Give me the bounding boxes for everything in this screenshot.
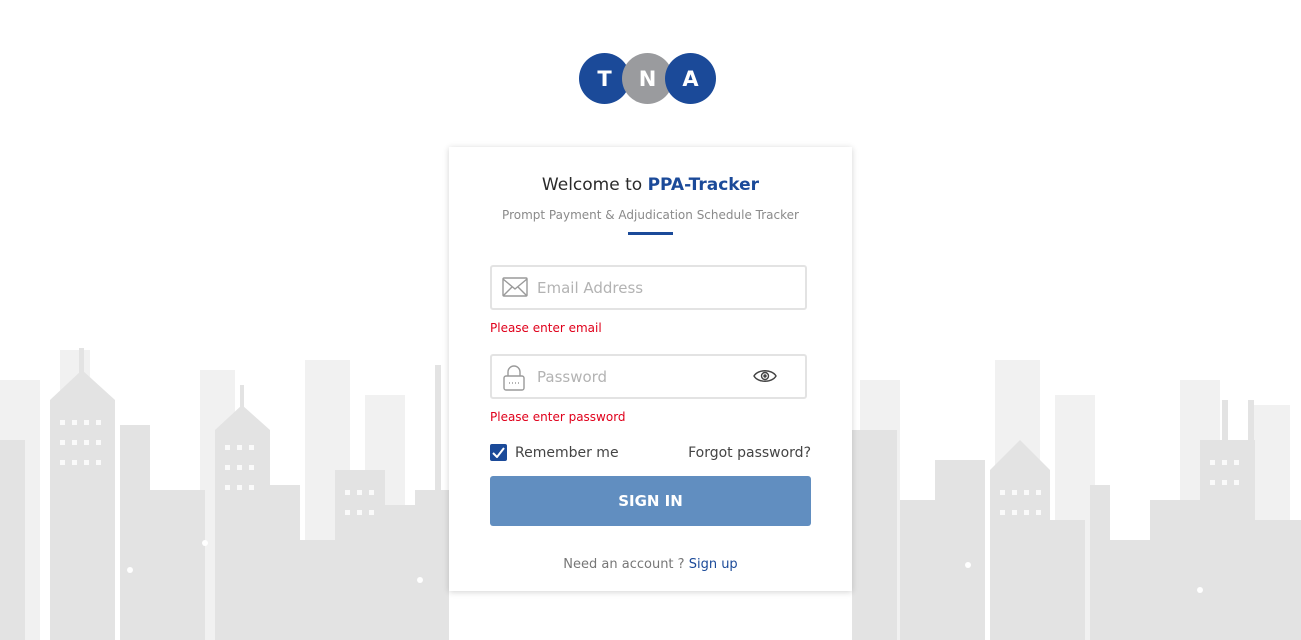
password-input[interactable] (537, 356, 742, 397)
email-field[interactable] (490, 265, 807, 310)
eye-icon[interactable] (753, 367, 777, 389)
welcome-title: Welcome to PPA-Tracker (449, 175, 852, 195)
login-card: Welcome to PPA-Tracker Prompt Payment & … (449, 147, 852, 591)
checkbox-checked-icon[interactable] (490, 444, 507, 461)
password-error: Please enter password (490, 410, 626, 424)
logo-letter-a: A (665, 53, 716, 104)
remember-me-label[interactable]: Remember me (515, 445, 619, 461)
sign-up-link[interactable]: Sign up (689, 557, 738, 572)
email-error: Please enter email (490, 321, 602, 335)
forgot-password-link[interactable]: Forgot password? (688, 445, 811, 461)
email-input[interactable] (537, 267, 797, 308)
title-underline (628, 232, 673, 235)
subtitle: Prompt Payment & Adjudication Schedule T… (502, 208, 799, 222)
password-field[interactable] (490, 354, 807, 399)
lock-icon (502, 365, 526, 395)
welcome-prefix: Welcome to (541, 175, 648, 195)
need-account-text: Need an account ? (563, 557, 689, 572)
signup-prompt: Need an account ? Sign up (449, 557, 852, 572)
remember-me-checkbox[interactable]: Remember me (490, 444, 619, 461)
envelope-icon (502, 276, 528, 302)
sign-in-button[interactable]: SIGN IN (490, 476, 811, 526)
tna-logo: T N A (579, 53, 717, 105)
brand-name: PPA-Tracker (647, 175, 760, 195)
